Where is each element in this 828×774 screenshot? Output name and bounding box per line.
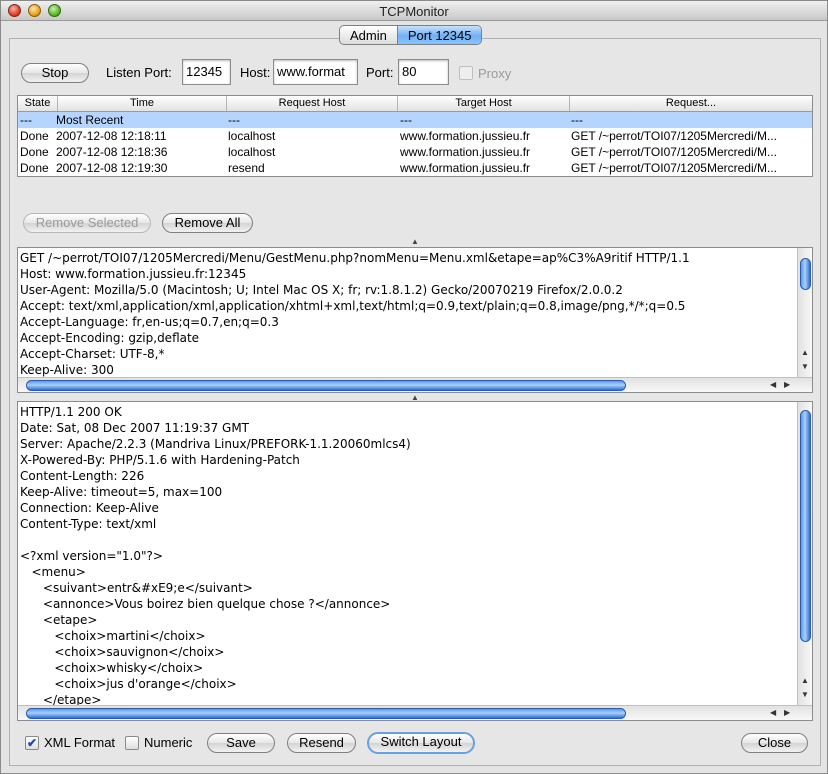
window-title: TCPMonitor — [379, 4, 449, 19]
request-pane[interactable]: GET /~perrot/TOI07/1205Mercredi/Menu/Ges… — [17, 247, 813, 393]
response-horizontal-thumb[interactable] — [26, 708, 626, 719]
remove-all-button[interactable]: Remove All — [162, 213, 253, 233]
table-row[interactable]: Done 2007-12-08 12:18:36 localhost www.f… — [18, 144, 812, 160]
cell-target-host: --- — [400, 113, 412, 127]
cell-target-host: www.formation.jussieu.fr — [400, 129, 531, 143]
table-header: State Time Request Host Target Host Requ… — [18, 96, 812, 112]
scroll-right-icon[interactable]: ▶ — [784, 708, 790, 718]
cell-time: 2007-12-08 12:19:30 — [56, 161, 168, 175]
table-row[interactable]: --- Most Recent --- --- --- — [18, 112, 812, 128]
column-header-request[interactable]: Request... — [570, 96, 812, 111]
listen-port-input[interactable]: 12345 — [182, 59, 231, 85]
cell-state: Done — [20, 161, 49, 175]
cell-target-host: www.formation.jussieu.fr — [400, 145, 531, 159]
proxy-checkbox[interactable] — [459, 66, 473, 80]
port-input[interactable]: 80 — [398, 59, 449, 85]
response-vertical-thumb[interactable] — [800, 410, 811, 642]
xml-format-checkbox[interactable]: ✔ — [25, 736, 39, 750]
splitter-handle-icon[interactable]: ▲ — [411, 237, 419, 246]
scroll-up-icon[interactable]: ▲ — [801, 676, 809, 686]
cell-request-host: --- — [228, 113, 240, 127]
cell-request: --- — [571, 113, 583, 127]
title-bar[interactable]: TCPMonitor — [1, 1, 827, 21]
connections-table: State Time Request Host Target Host Requ… — [17, 95, 813, 177]
scroll-down-icon[interactable]: ▼ — [801, 690, 809, 700]
xml-format-label: XML Format — [44, 735, 116, 750]
host-label: Host: — [240, 65, 271, 80]
cell-request: GET /~perrot/TOI07/1205Mercredi/M... — [571, 129, 777, 143]
cell-request: GET /~perrot/TOI07/1205Mercredi/M... — [571, 161, 777, 175]
column-header-target-host[interactable]: Target Host — [398, 96, 570, 111]
scroll-down-icon[interactable]: ▼ — [801, 362, 809, 372]
scroll-left-icon[interactable]: ◀ — [770, 380, 776, 390]
remove-selected-button[interactable]: Remove Selected — [23, 213, 151, 233]
cell-request-host: localhost — [228, 145, 276, 159]
cell-time: 2007-12-08 12:18:11 — [56, 129, 167, 143]
request-vertical-scrollbar[interactable]: ▲ ▼ — [797, 248, 812, 378]
proxy-label: Proxy — [478, 66, 512, 81]
tab-admin[interactable]: Admin — [340, 26, 397, 44]
cell-state: Done — [20, 145, 49, 159]
cell-request-host: resend — [228, 161, 265, 175]
scroll-right-icon[interactable]: ▶ — [784, 380, 790, 390]
cell-target-host: www.formation.jussieu.fr — [400, 161, 531, 175]
table-row[interactable]: Done 2007-12-08 12:18:11 localhost www.f… — [18, 128, 812, 144]
stop-button[interactable]: Stop — [21, 63, 89, 83]
cell-request: GET /~perrot/TOI07/1205Mercredi/M... — [571, 145, 777, 159]
host-input[interactable]: www.format — [273, 59, 358, 85]
response-horizontal-scrollbar[interactable]: ◀ ▶ — [18, 705, 812, 720]
cell-request-host: localhost — [228, 129, 276, 143]
request-text[interactable]: GET /~perrot/TOI07/1205Mercredi/Menu/Ges… — [18, 248, 812, 378]
switch-layout-button[interactable]: Switch Layout — [367, 732, 475, 754]
save-button[interactable]: Save — [207, 733, 275, 753]
close-button[interactable]: Close — [741, 733, 808, 753]
listen-port-label: Listen Port: — [106, 65, 172, 80]
scroll-up-icon[interactable]: ▲ — [801, 348, 809, 358]
request-horizontal-scrollbar[interactable]: ◀ ▶ — [18, 377, 812, 392]
column-header-request-host[interactable]: Request Host — [227, 96, 398, 111]
cell-time: Most Recent — [56, 113, 124, 127]
cell-time: 2007-12-08 12:18:36 — [56, 145, 168, 159]
table-row[interactable]: Done 2007-12-08 12:19:30 resend www.form… — [18, 160, 812, 176]
tcpmonitor-window: TCPMonitor Admin Port 12345 Stop Listen … — [0, 0, 828, 774]
numeric-label: Numeric — [144, 735, 193, 750]
scroll-left-icon[interactable]: ◀ — [770, 708, 776, 718]
request-horizontal-thumb[interactable] — [26, 380, 626, 391]
request-vertical-thumb[interactable] — [800, 258, 811, 290]
tab-port-12345[interactable]: Port 12345 — [396, 26, 482, 44]
cell-state: Done — [20, 129, 49, 143]
column-header-time[interactable]: Time — [58, 96, 227, 111]
response-pane[interactable]: HTTP/1.1 200 OK Date: Sat, 08 Dec 2007 1… — [17, 401, 813, 721]
response-vertical-scrollbar[interactable]: ▲ ▼ — [797, 402, 812, 706]
response-text[interactable]: HTTP/1.1 200 OK Date: Sat, 08 Dec 2007 1… — [18, 402, 812, 708]
resend-button[interactable]: Resend — [287, 733, 356, 753]
tab-bar: Admin Port 12345 — [339, 25, 483, 45]
cell-state: --- — [20, 113, 32, 127]
column-header-state[interactable]: State — [18, 96, 58, 111]
numeric-checkbox[interactable] — [125, 736, 139, 750]
port-label: Port: — [366, 65, 394, 80]
